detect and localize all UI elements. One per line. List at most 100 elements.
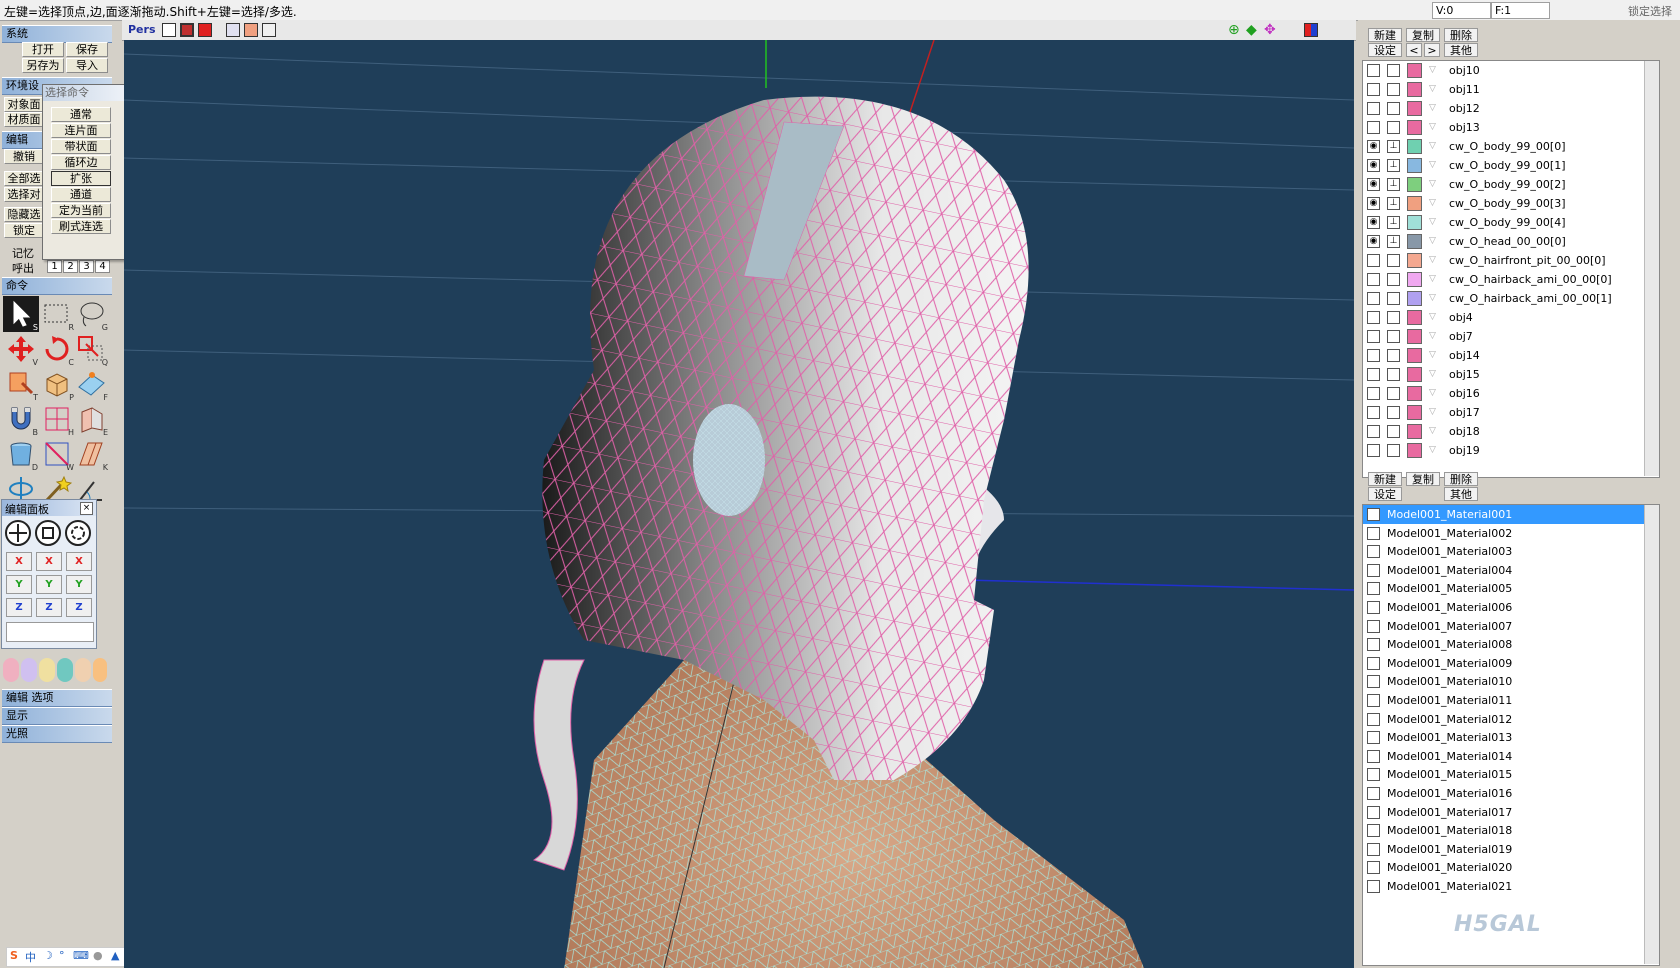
knife-tool[interactable]: H — [39, 401, 75, 437]
face-create-tool[interactable]: P — [39, 366, 75, 402]
object-color-swatch[interactable] — [1407, 253, 1422, 268]
material-checkbox[interactable] — [1367, 563, 1380, 577]
object-color-swatch[interactable] — [1407, 310, 1422, 325]
visibility-toggle[interactable] — [1367, 330, 1380, 343]
object-row[interactable]: ◉ ⊥ ▽ cw_O_body_99_00[0] — [1363, 137, 1659, 156]
object-color-swatch[interactable] — [1407, 329, 1422, 344]
avatar[interactable] — [57, 658, 73, 682]
wireframe-icon[interactable] — [162, 23, 176, 37]
lock-toggle[interactable] — [1387, 311, 1400, 324]
object-color-swatch[interactable] — [1407, 405, 1422, 420]
lock-button[interactable]: 锁定 — [4, 223, 44, 238]
material-checkbox[interactable] — [1367, 787, 1380, 800]
save-button[interactable]: 保存 — [66, 42, 108, 57]
material-row[interactable]: Model001_Material011 — [1363, 691, 1659, 710]
material-row[interactable]: Model001_Material007 — [1363, 617, 1659, 636]
material-row[interactable]: Model001_Material002 — [1363, 524, 1659, 543]
axis-y-rotate[interactable]: Y — [66, 575, 92, 594]
edit-options-header[interactable]: 编辑 选项 — [2, 689, 112, 707]
ime-punct-icon[interactable]: ° — [59, 949, 65, 962]
import-button[interactable]: 导入 — [66, 58, 108, 73]
close-icon[interactable]: × — [80, 502, 93, 515]
object-color-swatch[interactable] — [1407, 234, 1422, 249]
object-color-swatch[interactable] — [1407, 196, 1422, 211]
object-row[interactable]: ▽ obj19 — [1363, 441, 1659, 460]
object-next-button[interactable]: > — [1424, 43, 1440, 57]
object-copy-button[interactable]: 复制 — [1406, 28, 1440, 42]
object-row[interactable]: ▽ obj4 — [1363, 308, 1659, 327]
hide-selected-button[interactable]: 隐藏选 — [4, 207, 44, 222]
material-checkbox[interactable] — [1367, 749, 1380, 763]
material-checkbox[interactable] — [1367, 601, 1380, 614]
object-row[interactable]: ▽ obj17 — [1363, 403, 1659, 422]
material-face-button[interactable]: 材质面 — [4, 112, 44, 127]
object-row[interactable]: ◉ ⊥ ▽ cw_O_body_99_00[4] — [1363, 213, 1659, 232]
material-row[interactable]: Model001_Material018 — [1363, 821, 1659, 840]
object-color-swatch[interactable] — [1407, 443, 1422, 458]
object-color-swatch[interactable] — [1407, 424, 1422, 439]
material-row[interactable]: Model001_Material004 — [1363, 561, 1659, 580]
lock-toggle[interactable] — [1387, 425, 1400, 438]
recall-slot-3[interactable]: 3 — [79, 260, 94, 273]
expand-triangle-icon[interactable]: ▽ — [1429, 217, 1436, 227]
object-row[interactable]: ▽ obj12 — [1363, 99, 1659, 118]
visibility-toggle[interactable] — [1367, 292, 1380, 305]
expand-triangle-icon[interactable]: ▽ — [1429, 274, 1436, 284]
object-row[interactable]: ▽ cw_O_hairfront_pit_00_00[0] — [1363, 251, 1659, 270]
material-row[interactable]: Model001_Material008 — [1363, 635, 1659, 654]
axis-z-scale[interactable]: Z — [36, 598, 62, 617]
object-color-swatch[interactable] — [1407, 215, 1422, 230]
select-normal-item[interactable]: 通常 — [51, 107, 111, 122]
object-row[interactable]: ◉ ⊥ ▽ cw_O_head_00_00[0] — [1363, 232, 1659, 251]
lock-toggle[interactable] — [1387, 292, 1400, 305]
display-header[interactable]: 显示 — [2, 707, 112, 725]
expand-triangle-icon[interactable]: ▽ — [1429, 122, 1436, 132]
material-copy-button[interactable]: 复制 — [1406, 472, 1440, 486]
object-row[interactable]: ▽ obj18 — [1363, 422, 1659, 441]
vertex-create-tool[interactable]: T — [3, 366, 39, 402]
object-color-swatch[interactable] — [1407, 139, 1422, 154]
expand-triangle-icon[interactable]: ▽ — [1429, 445, 1436, 455]
system-header[interactable]: 系统 — [2, 25, 112, 43]
open-button[interactable]: 打开 — [22, 42, 64, 57]
expand-triangle-icon[interactable]: ▽ — [1429, 141, 1436, 151]
ime-logo-icon[interactable]: S — [10, 949, 18, 962]
avatar[interactable] — [75, 658, 91, 682]
rect-select-tool[interactable]: R — [39, 296, 75, 332]
layout-icon[interactable] — [226, 23, 240, 37]
object-list-scrollbar[interactable] — [1644, 61, 1659, 476]
expand-triangle-icon[interactable]: ▽ — [1429, 388, 1436, 398]
object-color-swatch[interactable] — [1407, 101, 1422, 116]
eye-icon[interactable]: ◉ — [1367, 235, 1380, 248]
lock-toggle[interactable] — [1387, 330, 1400, 343]
lock-toggle[interactable] — [1387, 368, 1400, 381]
select-object-button[interactable]: 选择对 — [4, 187, 44, 202]
axis-x-rotate[interactable]: X — [66, 552, 92, 571]
axis-y-scale[interactable]: Y — [36, 575, 62, 594]
scale-handle-icon[interactable] — [35, 520, 61, 546]
expand-triangle-icon[interactable]: ▽ — [1429, 426, 1436, 436]
material-row[interactable]: Model001_Material012 — [1363, 710, 1659, 729]
material-checkbox[interactable] — [1367, 526, 1380, 540]
object-row[interactable]: ▽ cw_O_hairback_ami_00_00[1] — [1363, 289, 1659, 308]
material-checkbox[interactable] — [1367, 694, 1380, 707]
object-color-swatch[interactable] — [1407, 158, 1422, 173]
lock-toggle[interactable] — [1387, 387, 1400, 400]
expand-triangle-icon[interactable]: ▽ — [1429, 179, 1436, 189]
object-color-swatch[interactable] — [1407, 291, 1422, 306]
ime-skin-icon[interactable]: ▲ — [111, 949, 119, 962]
material-checkbox[interactable] — [1367, 656, 1380, 670]
expand-triangle-icon[interactable]: ▽ — [1429, 293, 1436, 303]
object-other-button[interactable]: 其他 — [1444, 43, 1478, 57]
visibility-toggle[interactable] — [1367, 349, 1380, 362]
scale-tool[interactable]: Q — [73, 331, 109, 367]
extrude-tool[interactable]: E — [73, 401, 109, 437]
visibility-toggle[interactable] — [1367, 64, 1380, 77]
visibility-toggle[interactable] — [1367, 425, 1380, 438]
recall-slot-1[interactable]: 1 — [47, 260, 62, 273]
material-checkbox[interactable] — [1367, 638, 1380, 652]
material-list-scrollbar[interactable] — [1644, 505, 1659, 964]
magnet-tool[interactable]: B — [3, 401, 39, 437]
material-row[interactable]: Model001_Material016 — [1363, 784, 1659, 803]
object-row[interactable]: ◉ ⊥ ▽ cw_O_body_99_00[1] — [1363, 156, 1659, 175]
